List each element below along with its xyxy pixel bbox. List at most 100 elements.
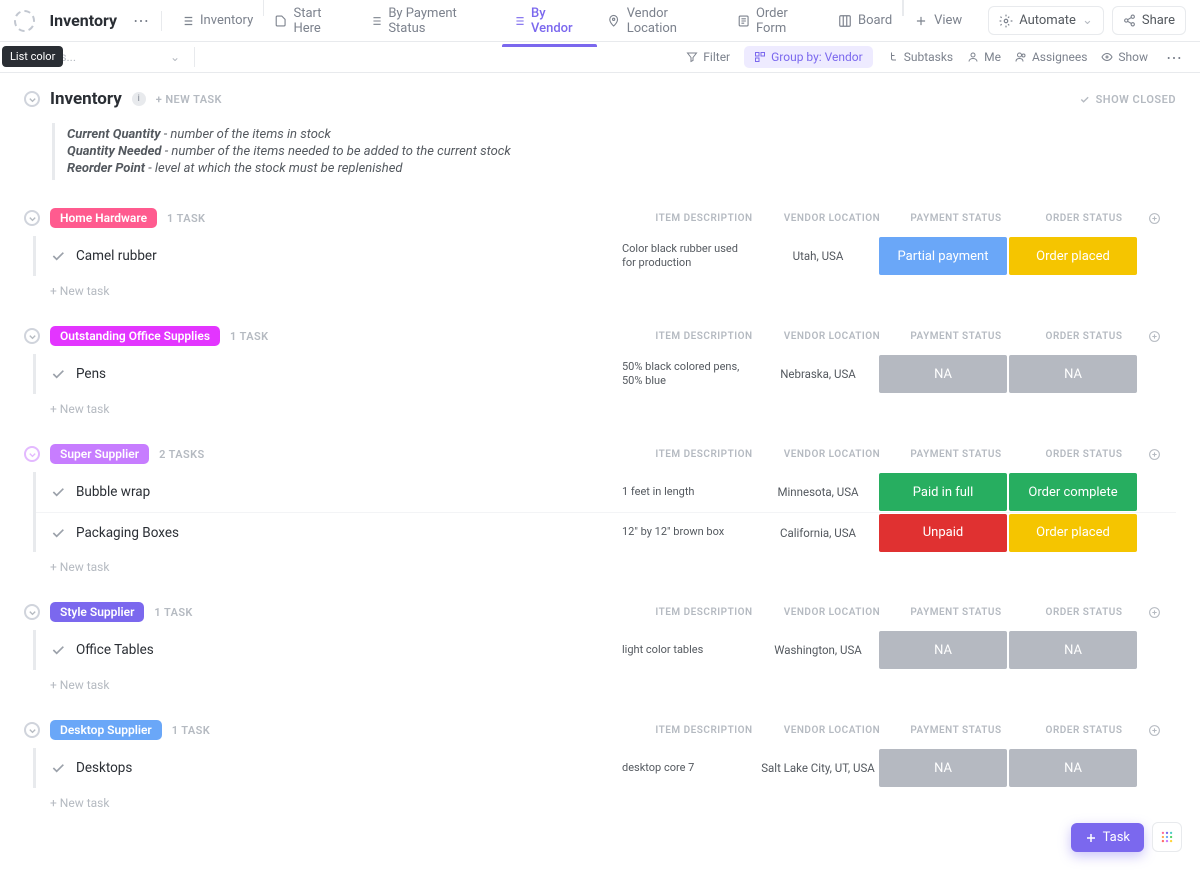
task-row[interactable]: Office Tableslight color tablesWashingto… — [36, 630, 1176, 670]
payment-status[interactable]: Partial payment — [879, 237, 1007, 275]
group-tag[interactable]: Outstanding Office Supplies — [50, 326, 220, 346]
add-column-button[interactable] — [1148, 448, 1176, 461]
task-name: Packaging Boxes — [76, 525, 179, 541]
list-logo-icon[interactable] — [14, 10, 35, 32]
new-task-button[interactable]: + New task — [24, 276, 1176, 298]
check-icon — [1079, 94, 1090, 105]
group-collapse-icon[interactable] — [24, 210, 40, 226]
task-count: 1 TASK — [154, 606, 192, 619]
task-row[interactable]: Desktopsdesktop core 7Salt Lake City, UT… — [36, 748, 1176, 788]
new-task-header-button[interactable]: + NEW TASK — [156, 93, 222, 106]
new-task-fab[interactable]: Task — [1071, 823, 1144, 852]
col-item-description: ITEM DESCRIPTION — [636, 449, 772, 460]
item-description: 50% black colored pens, 50% blue — [622, 360, 758, 389]
task-check-icon[interactable] — [50, 484, 66, 500]
task-count: 1 TASK — [230, 330, 268, 343]
order-status[interactable]: NA — [1009, 355, 1137, 393]
show-closed-button[interactable]: SHOW CLOSED — [1079, 93, 1176, 106]
group-tag[interactable]: Desktop Supplier — [50, 720, 162, 740]
task-check-icon[interactable] — [50, 760, 66, 776]
item-description: desktop core 7 — [622, 761, 758, 775]
group-collapse-icon[interactable] — [24, 446, 40, 462]
chevron-down-icon: ⌄ — [1082, 13, 1093, 28]
group-collapse-icon[interactable] — [24, 328, 40, 344]
payment-status[interactable]: NA — [879, 631, 1007, 669]
eye-icon — [1101, 51, 1113, 63]
tab-order-form[interactable]: ◢Order Form — [727, 0, 828, 46]
tab-board[interactable]: ◢Board — [828, 0, 902, 46]
group-desktop-supplier: Desktop Supplier1 TASKITEM DESCRIPTIONVE… — [24, 720, 1176, 810]
task-name: Camel rubber — [76, 248, 157, 264]
col-item-description: ITEM DESCRIPTION — [636, 607, 772, 618]
task-check-icon[interactable] — [50, 248, 66, 264]
task-row[interactable]: Pens50% black colored pens, 50% blueNebr… — [36, 354, 1176, 394]
task-check-icon[interactable] — [50, 366, 66, 382]
task-row[interactable]: Packaging Boxes12" by 12" brown boxCalif… — [36, 512, 1176, 552]
view-tabs: Inventory◢Start Here◢By Payment Status◢B… — [170, 0, 972, 46]
group-tag[interactable]: Home Hardware — [50, 208, 157, 228]
task-name: Pens — [76, 366, 106, 382]
group-collapse-icon[interactable] — [24, 722, 40, 738]
apps-icon — [1160, 830, 1174, 844]
new-task-button[interactable]: + New task — [24, 552, 1176, 574]
me-button[interactable]: Me — [967, 50, 1001, 64]
item-description: light color tables — [622, 643, 758, 657]
group-icon — [754, 51, 766, 63]
search-dropdown-icon[interactable]: ⌄ — [170, 50, 180, 64]
tab-start-here[interactable]: ◢Start Here — [264, 0, 359, 46]
new-task-button[interactable]: + New task — [24, 788, 1176, 810]
payment-status[interactable]: Unpaid — [879, 514, 1007, 552]
col-order-status: ORDER STATUS — [1020, 449, 1148, 460]
task-row[interactable]: Bubble wrap1 feet in lengthMinnesota, US… — [36, 472, 1176, 512]
group-super-supplier: Super Supplier2 TASKSITEM DESCRIPTIONVEN… — [24, 444, 1176, 574]
task-check-icon[interactable] — [50, 642, 66, 658]
add-column-button[interactable] — [1148, 724, 1176, 737]
groupby-button[interactable]: Group by: Vendor — [744, 46, 873, 68]
payment-status[interactable]: NA — [879, 749, 1007, 787]
add-column-button[interactable] — [1148, 212, 1176, 225]
tab-inventory[interactable]: Inventory — [170, 0, 263, 46]
automate-button[interactable]: Automate ⌄ — [988, 6, 1104, 35]
new-task-button[interactable]: + New task — [24, 394, 1176, 416]
new-task-button[interactable]: + New task — [24, 670, 1176, 692]
task-name: Bubble wrap — [76, 484, 150, 500]
order-status[interactable]: NA — [1009, 749, 1137, 787]
order-status[interactable]: Order placed — [1009, 514, 1137, 552]
vendor-location: Washington, USA — [758, 643, 878, 657]
assignees-button[interactable]: Assignees — [1015, 50, 1087, 64]
group-tag[interactable]: Style Supplier — [50, 602, 144, 622]
task-check-icon[interactable] — [50, 525, 66, 541]
order-status[interactable]: NA — [1009, 631, 1137, 669]
payment-status[interactable]: NA — [879, 355, 1007, 393]
task-row[interactable]: Camel rubberColor black rubber used for … — [36, 236, 1176, 276]
order-status[interactable]: Order placed — [1009, 237, 1137, 275]
payment-status[interactable]: Paid in full — [879, 473, 1007, 511]
vendor-location: Salt Lake City, UT, USA — [758, 761, 878, 775]
group-tag[interactable]: Super Supplier — [50, 444, 149, 464]
tab-view[interactable]: View — [904, 0, 972, 46]
tab-by-vendor[interactable]: ◢By Vendor — [502, 0, 598, 46]
share-button[interactable]: Share — [1112, 6, 1186, 35]
group-collapse-icon[interactable] — [24, 604, 40, 620]
task-count: 1 TASK — [172, 724, 210, 737]
add-column-button[interactable] — [1148, 606, 1176, 619]
tab-by-payment-status[interactable]: ◢By Payment Status — [359, 0, 502, 46]
apps-menu-fab[interactable] — [1152, 822, 1182, 852]
col-order-status: ORDER STATUS — [1020, 213, 1148, 224]
info-icon[interactable]: i — [132, 92, 146, 106]
order-status[interactable]: Order complete — [1009, 473, 1137, 511]
list-collapse-icon[interactable] — [24, 91, 40, 107]
toolbar-more-icon[interactable]: ⋯ — [1162, 44, 1186, 71]
subtasks-button[interactable]: Subtasks — [887, 50, 953, 64]
more-options-icon[interactable]: ⋯ — [129, 7, 153, 34]
filter-icon — [686, 51, 698, 63]
col-payment-status: PAYMENT STATUS — [892, 725, 1020, 736]
page-title: Inventory — [49, 11, 117, 30]
tab-vendor-location[interactable]: ◢Vendor Location — [597, 0, 726, 46]
add-column-button[interactable] — [1148, 330, 1176, 343]
subtasks-icon — [887, 51, 899, 63]
filter-button[interactable]: Filter — [686, 50, 730, 64]
automate-icon — [999, 14, 1013, 28]
show-button[interactable]: Show — [1101, 50, 1148, 64]
col-order-status: ORDER STATUS — [1020, 607, 1148, 618]
